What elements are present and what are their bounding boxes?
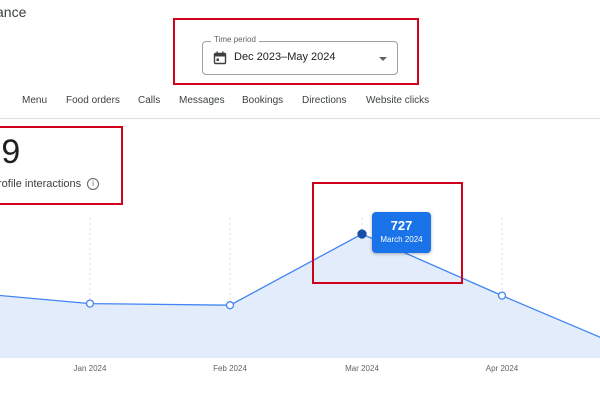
chart-tooltip: 727 March 2024	[372, 212, 431, 253]
x-tick-label: Mar 2024	[345, 364, 379, 373]
tab-bookings[interactable]: Bookings	[242, 95, 283, 106]
page-title: ance	[0, 4, 27, 20]
time-period-value: Dec 2023–May 2024	[234, 51, 336, 63]
metric-value: 09	[0, 133, 21, 171]
arrow-drop-down-icon	[379, 57, 387, 61]
metric-tabs: Menu Food orders Calls Messages Bookings…	[0, 95, 600, 113]
x-tick-label: Jan 2024	[74, 364, 107, 373]
calendar-icon	[213, 51, 227, 65]
tab-food-orders[interactable]: Food orders	[66, 95, 120, 106]
chart-x-ticks: Jan 2024 Feb 2024 Mar 2024 Apr 2024	[74, 364, 519, 373]
chart-point-peak[interactable]	[357, 229, 367, 239]
chart-area	[0, 234, 600, 358]
tooltip-value: 727	[390, 218, 413, 233]
chart-point[interactable]	[225, 301, 235, 310]
interactions-chart: Jan 2024 Feb 2024 Mar 2024 Apr 2024	[0, 218, 600, 373]
chart-point[interactable]	[85, 299, 95, 308]
tab-directions[interactable]: Directions	[302, 95, 346, 106]
tab-website-clicks[interactable]: Website clicks	[366, 95, 429, 106]
tab-previous-partial[interactable]	[0, 95, 2, 107]
tab-menu[interactable]: Menu	[22, 95, 47, 106]
chart-point[interactable]	[497, 291, 507, 300]
tabs-divider	[0, 118, 600, 119]
x-tick-label: Apr 2024	[486, 364, 519, 373]
time-period-select[interactable]: Time period Dec 2023–May 2024	[202, 35, 398, 75]
info-icon[interactable]: i	[87, 178, 99, 190]
time-period-label: Time period	[211, 35, 259, 44]
tooltip-label: March 2024	[380, 235, 423, 244]
x-tick-label: Feb 2024	[213, 364, 247, 373]
metric-label: rofile interactions	[0, 178, 82, 190]
tab-messages[interactable]: Messages	[179, 95, 225, 106]
tab-calls[interactable]: Calls	[138, 95, 160, 106]
